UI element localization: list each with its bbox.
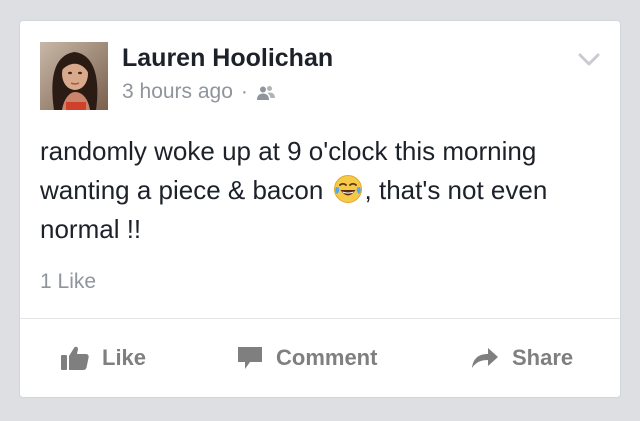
comment-button[interactable]: Comment: [236, 319, 377, 397]
thumbs-up-icon: [61, 346, 89, 370]
comment-icon: [238, 347, 262, 369]
timestamp[interactable]: 3 hours ago: [122, 80, 233, 104]
like-count[interactable]: 1 Like: [40, 270, 96, 294]
meta-separator: ·: [240, 80, 248, 103]
chevron-down-icon[interactable]: [578, 53, 600, 67]
share-arrow-icon: [472, 348, 498, 368]
face-with-tears-of-joy-icon: [333, 174, 363, 204]
share-button[interactable]: Share: [470, 319, 573, 397]
post-text: randomly woke up at 9 o'clock this morni…: [40, 132, 610, 249]
like-label: Like: [102, 345, 147, 370]
share-label: Share: [512, 345, 574, 370]
post-card: Lauren Hoolichan 3 hours ago · randomly …: [20, 21, 620, 397]
avatar[interactable]: [40, 42, 108, 110]
friends-icon[interactable]: [256, 85, 276, 101]
action-bar: Like Comment Share: [20, 319, 620, 397]
profile-photo: [40, 42, 108, 110]
comment-label: Comment: [276, 345, 378, 370]
like-button[interactable]: Like: [60, 319, 146, 397]
post-meta: 3 hours ago ·: [122, 80, 276, 104]
author-name[interactable]: Lauren Hoolichan: [122, 44, 333, 73]
